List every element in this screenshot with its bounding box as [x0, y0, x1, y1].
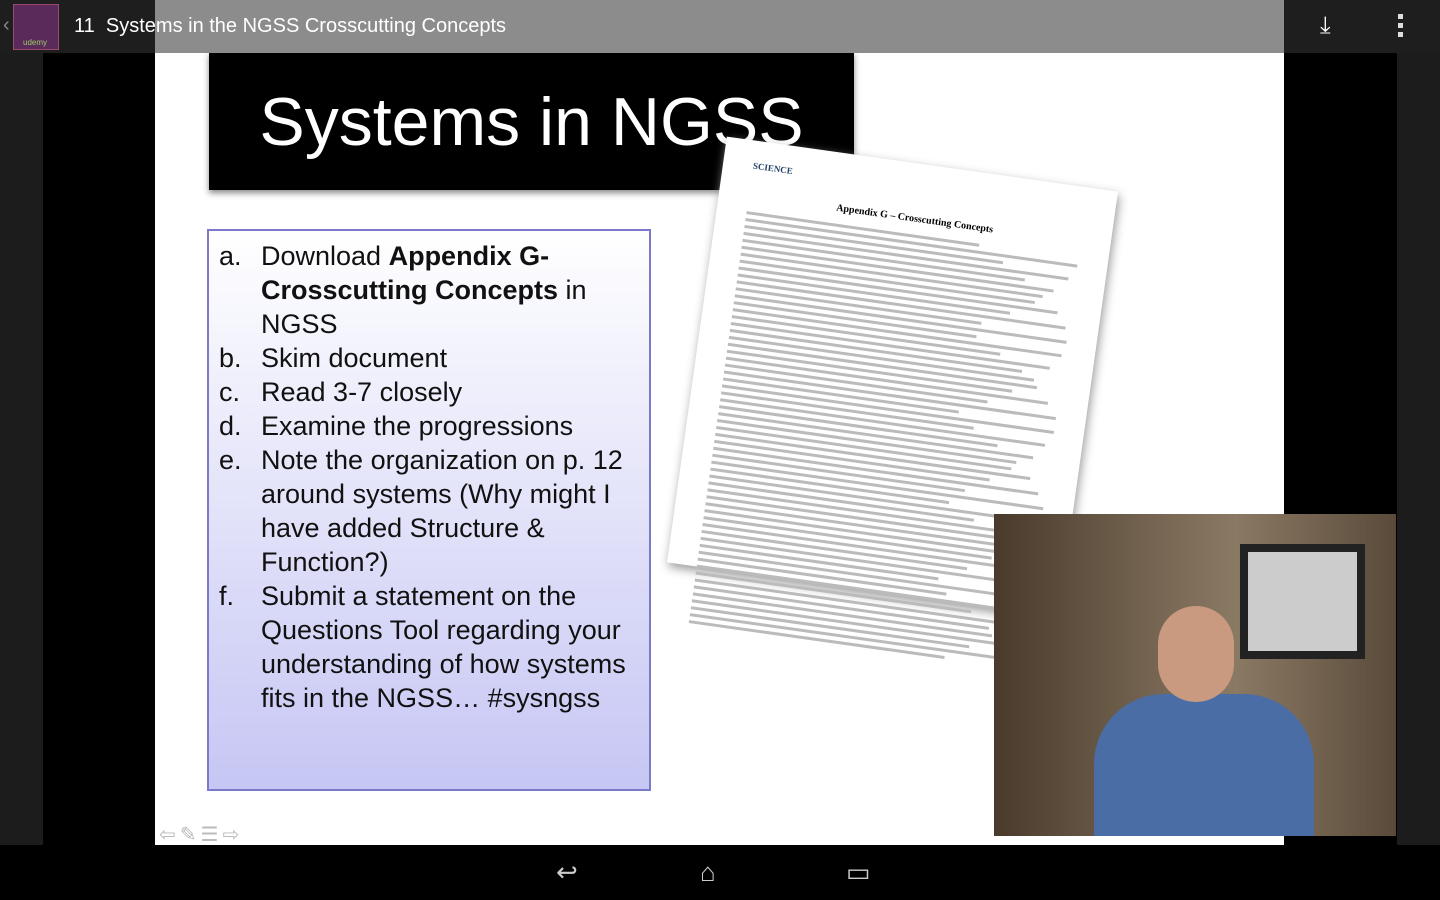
app-logo[interactable]: udemy — [13, 4, 59, 50]
lesson-number: 11 — [74, 15, 95, 37]
home-icon[interactable]: ⌂ — [700, 857, 716, 888]
item-key: d. — [219, 411, 242, 441]
list-item: d. Examine the progressions — [219, 409, 639, 443]
left-margin — [0, 0, 43, 845]
notes-icon[interactable]: ☰ — [201, 824, 223, 845]
item-key: a. — [219, 241, 242, 271]
next-arrow-icon[interactable]: ⇨ — [222, 824, 243, 845]
list-item: b. Skim document — [219, 341, 639, 375]
item-text: Examine the progressions — [261, 411, 574, 441]
download-icon[interactable]: ⤓ — [1320, 12, 1331, 40]
list-item: a. Download Appendix G-Crosscutting Conce… — [219, 239, 639, 341]
slide-controls: ⇦✎☰⇨ — [159, 822, 243, 845]
item-key: e. — [219, 445, 242, 475]
list-item: f. Submit a statement on the Questions To… — [219, 579, 639, 715]
logo-text: udemy — [23, 38, 48, 47]
instructor-video[interactable] — [994, 514, 1396, 836]
action-bar: ‹ udemy 11 Systems in the NGSS Crosscutt… — [0, 0, 1440, 53]
pen-icon[interactable]: ✎ — [180, 824, 201, 845]
right-margin — [1397, 0, 1440, 845]
lesson-title: Systems in the NGSS Crosscutting Concept… — [105, 15, 507, 37]
lecture-title: 11 Systems in the NGSS Crosscutting Conc… — [74, 15, 506, 38]
item-text: Note the organization on p. 12 around sy… — [261, 445, 623, 577]
item-key: f. — [219, 581, 235, 611]
item-text: Skim document — [261, 343, 448, 373]
item-text: Download — [261, 241, 389, 271]
item-key: c. — [219, 377, 241, 407]
overflow-menu-icon[interactable] — [1398, 14, 1406, 41]
prev-arrow-icon[interactable]: ⇦ — [159, 824, 180, 845]
recent-apps-icon[interactable]: ▭ — [846, 857, 871, 888]
list-item: c. Read 3-7 closely — [219, 375, 639, 409]
back-icon[interactable]: ↩ — [556, 857, 578, 888]
task-list: a. Download Appendix G-Crosscutting Conce… — [207, 229, 651, 791]
wall-picture — [1240, 544, 1365, 659]
item-key: b. — [219, 343, 242, 373]
list-item: e. Note the organization on p. 12 around … — [219, 443, 639, 579]
instructor-head — [1158, 606, 1234, 702]
item-text: Submit a statement on the Questions Tool… — [261, 581, 626, 713]
instructor-body — [1094, 694, 1314, 836]
system-nav-bar: ↩ ⌂ ▭ — [0, 845, 1440, 900]
back-chevron-icon[interactable]: ‹ — [3, 14, 10, 37]
item-text: Read 3-7 closely — [261, 377, 463, 407]
